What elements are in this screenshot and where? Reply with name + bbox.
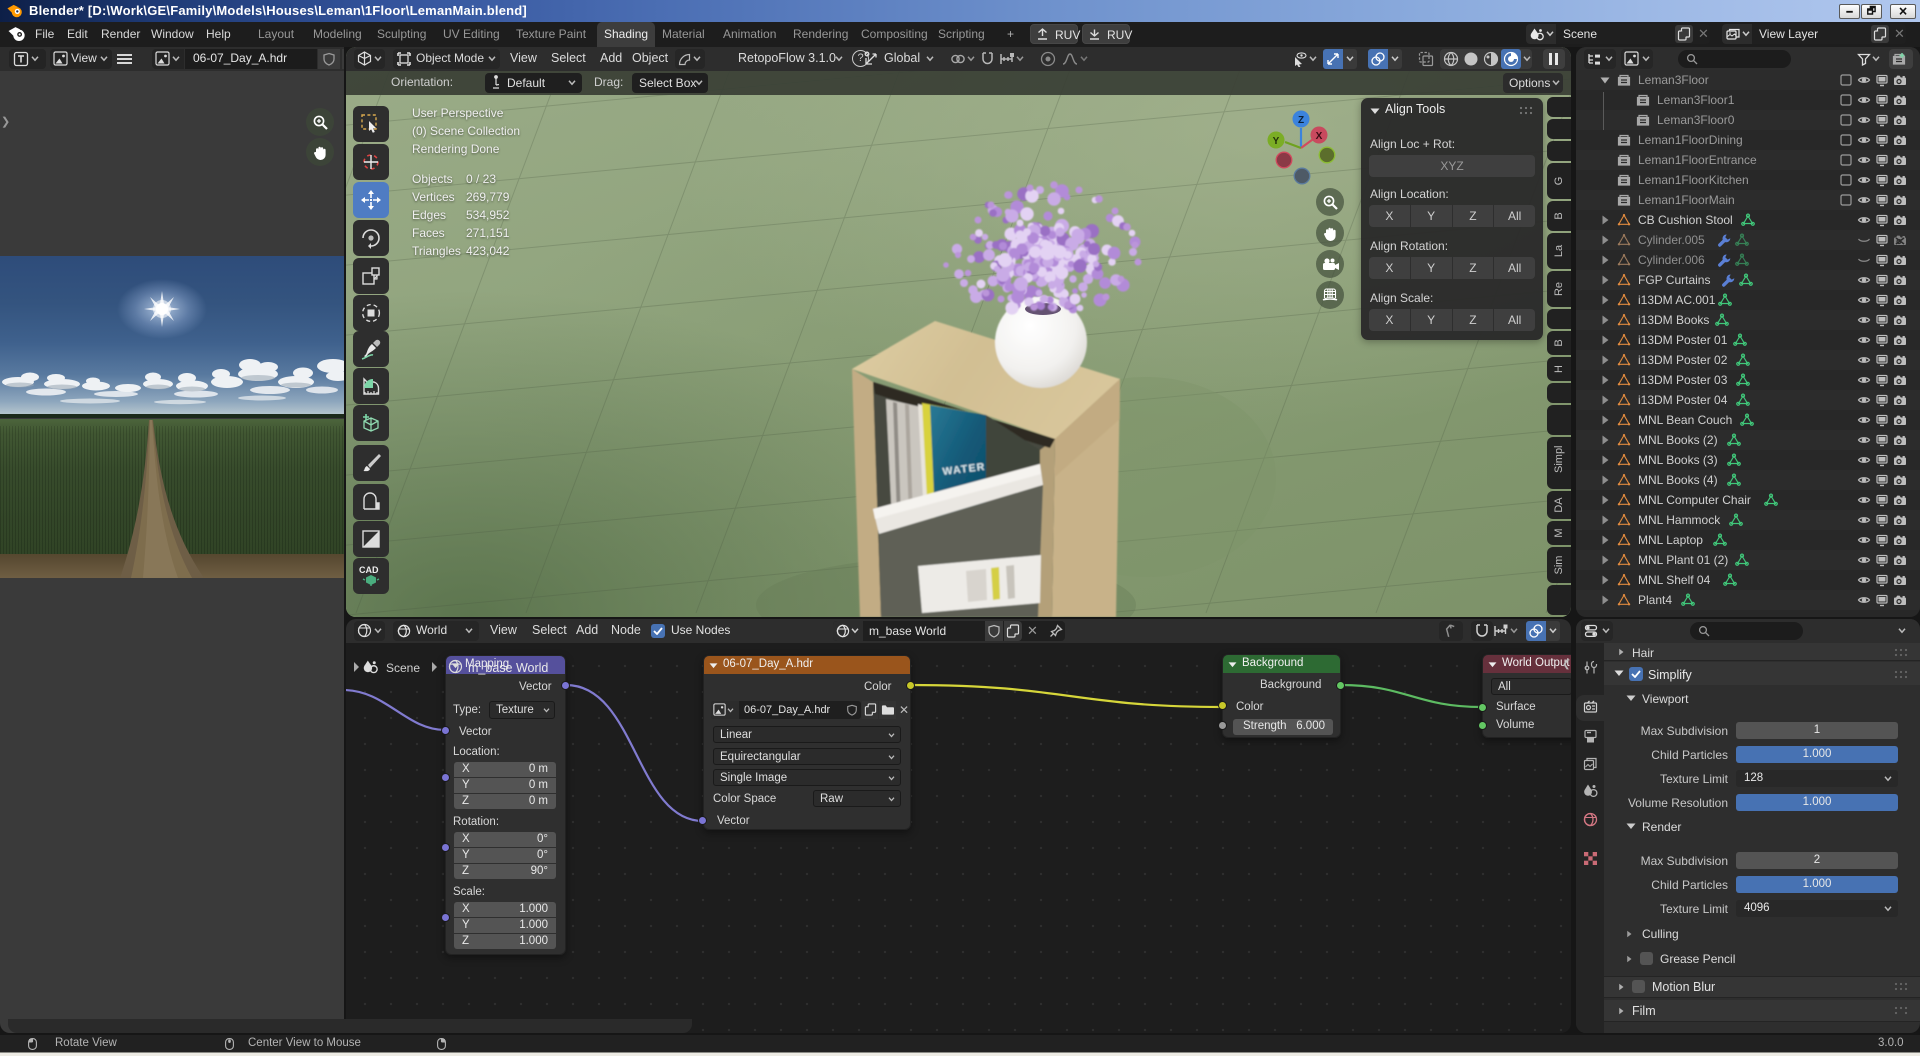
svg-text:Y: Y	[1273, 136, 1280, 147]
svg-text:X: X	[1316, 131, 1323, 142]
svg-text:CAD: CAD	[359, 565, 379, 575]
svg-text:Z: Z	[1298, 115, 1304, 126]
